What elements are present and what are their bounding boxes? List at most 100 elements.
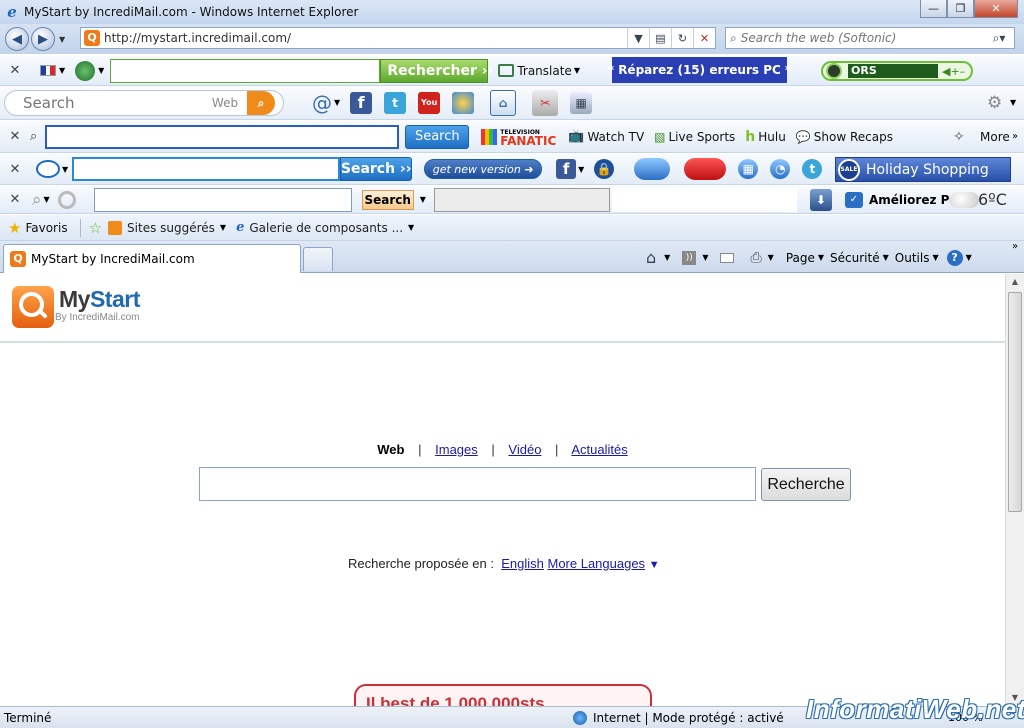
- weather-icon[interactable]: [452, 91, 475, 114]
- feeds-icon[interactable]: )): [682, 250, 697, 265]
- english-link[interactable]: English: [501, 556, 544, 571]
- tab-mystart[interactable]: Q MyStart by IncrediMail.com: [3, 244, 301, 273]
- scroll-up-arrow[interactable]: ▲: [1006, 274, 1024, 290]
- compatibility-view-icon[interactable]: ▤: [649, 28, 671, 48]
- tab-images[interactable]: Images: [435, 442, 478, 457]
- twitter-icon[interactable]: t: [802, 159, 823, 179]
- more-languages-link[interactable]: More Languages: [547, 556, 645, 571]
- web-search-box[interactable]: ⌕ ⌕▾: [725, 27, 1015, 49]
- close-button[interactable]: ✕: [974, 0, 1018, 18]
- radio-station[interactable]: ORS: [848, 64, 938, 78]
- watch-tv-link[interactable]: Watch TV: [587, 130, 644, 144]
- minimize-button[interactable]: —: [920, 0, 947, 18]
- get-new-version-button[interactable]: get new version ➜: [424, 159, 543, 179]
- tab-web[interactable]: Web: [377, 442, 404, 457]
- back-button[interactable]: ◀: [5, 27, 29, 51]
- mail-icon[interactable]: [720, 252, 735, 263]
- web-slice-gallery-button[interactable]: Galerie de composants ...: [249, 221, 403, 235]
- christmas-icon[interactable]: [684, 158, 727, 180]
- weather-cloud-icon[interactable]: [949, 191, 979, 208]
- help-icon[interactable]: ?: [946, 249, 963, 266]
- settings-gear-icon[interactable]: ⚙: [987, 93, 1002, 113]
- wrench-icon[interactable]: ✧: [953, 129, 965, 145]
- live-sports-link[interactable]: Live Sports: [669, 130, 736, 144]
- scope-dropdown[interactable]: Web: [203, 96, 247, 110]
- target-icon[interactable]: [57, 190, 76, 209]
- email-icon[interactable]: @: [312, 91, 332, 115]
- page-menu[interactable]: Page: [786, 251, 815, 265]
- french-flag-icon[interactable]: [40, 65, 56, 76]
- suggested-sites-button[interactable]: Sites suggérés: [127, 221, 215, 235]
- new-tab-button[interactable]: [303, 247, 333, 271]
- home-icon[interactable]: ⌂: [490, 89, 517, 116]
- toolbar2-search-box[interactable]: Web ⌕: [4, 89, 284, 116]
- add-favorite-icon[interactable]: ☆: [89, 219, 102, 237]
- home-icon[interactable]: ⌂: [646, 248, 656, 267]
- ameliorez-pc-link[interactable]: Améliorez PC: [869, 193, 958, 207]
- vertical-scrollbar[interactable]: ▲ ▼: [1005, 274, 1024, 706]
- close-toolbar-icon[interactable]: ✕: [8, 63, 22, 78]
- history-dropdown[interactable]: ▼: [59, 35, 65, 44]
- stop-icon[interactable]: ✕: [693, 28, 715, 48]
- url-dropdown[interactable]: ▼: [627, 28, 649, 48]
- toolbar2-search-input[interactable]: [23, 93, 203, 112]
- tv-search-input[interactable]: [45, 124, 400, 149]
- scroll-thumb[interactable]: [1008, 292, 1022, 512]
- volume-icon[interactable]: ◀+–: [942, 65, 965, 78]
- favorites-star-icon[interactable]: ★: [8, 219, 21, 237]
- maximize-button[interactable]: ❐: [947, 0, 974, 18]
- more-menu[interactable]: More: [980, 130, 1010, 144]
- web-search-input[interactable]: [740, 31, 984, 45]
- facebook-icon[interactable]: f: [556, 159, 577, 179]
- promo-box[interactable]: Il best de 1 000 000sts: [354, 684, 652, 706]
- shield-icon[interactable]: ⬇: [810, 188, 832, 211]
- radio-icon[interactable]: [826, 63, 842, 79]
- computer-check-icon[interactable]: ✓: [845, 191, 863, 208]
- temperature[interactable]: 6ºC: [978, 190, 1007, 209]
- toolbar5-search-button[interactable]: Search: [361, 189, 414, 210]
- recherche-button[interactable]: Recherche: [761, 468, 851, 501]
- tv-search-button[interactable]: Search: [405, 124, 470, 149]
- twitter-icon[interactable]: t: [384, 91, 407, 114]
- tab-video[interactable]: Vidéo: [508, 442, 541, 457]
- more-languages-arrow[interactable]: ▼: [649, 559, 660, 571]
- radio-icon[interactable]: ▦: [738, 159, 759, 179]
- translate-menu[interactable]: Translate: [517, 64, 572, 78]
- security-menu[interactable]: Sécurité: [830, 251, 880, 265]
- favorites-button[interactable]: Favoris: [25, 221, 67, 235]
- gift-icon[interactable]: [634, 158, 671, 180]
- close-toolbar-icon[interactable]: ✕: [8, 129, 22, 144]
- toolbar5-blank-field[interactable]: [611, 187, 797, 212]
- facebook-icon[interactable]: f: [350, 91, 373, 114]
- url-field[interactable]: Q http://mystart.incredimail.com/ ▼ ▤ ↻ …: [80, 27, 716, 49]
- radio-player[interactable]: ORS ◀+–: [821, 61, 973, 81]
- forward-button[interactable]: ▶: [31, 27, 55, 51]
- toolbar2-search-icon[interactable]: ⌕: [247, 90, 275, 115]
- toolbar4-search-button[interactable]: Search ››: [340, 157, 413, 181]
- calculator-icon[interactable]: ▦: [570, 91, 593, 114]
- print-icon[interactable]: ⎙: [750, 250, 761, 266]
- translate-input[interactable]: [110, 58, 381, 83]
- pacman-icon[interactable]: ◔: [770, 159, 791, 179]
- magnifier-icon[interactable]: ⌕: [32, 190, 42, 210]
- hulu-link[interactable]: Hulu: [758, 130, 786, 144]
- repair-pc-banner[interactable]: * Réparez (15) erreurs PC *: [608, 57, 791, 83]
- lock-icon[interactable]: 🔒: [594, 159, 615, 179]
- refresh-icon[interactable]: ↻: [671, 28, 693, 48]
- main-search-input[interactable]: [199, 467, 756, 501]
- tools-menu[interactable]: Outils: [895, 251, 930, 265]
- television-fanatic-logo[interactable]: TELEVISION FANATIC: [481, 128, 556, 147]
- security-zone[interactable]: Internet | Mode protégé : activé: [573, 710, 784, 725]
- mystart-logo[interactable]: MyStart By IncrediMail.com: [12, 286, 140, 328]
- rechercher-button[interactable]: Rechercher ››: [380, 58, 493, 83]
- tools-icon[interactable]: ✂: [532, 89, 559, 116]
- globe-icon[interactable]: [75, 60, 96, 81]
- toolbar5-field[interactable]: [433, 187, 610, 212]
- toolbar4-search-input[interactable]: [72, 157, 341, 181]
- youtube-icon[interactable]: You: [418, 91, 441, 114]
- tab-news[interactable]: Actualités: [571, 442, 627, 457]
- close-toolbar-icon[interactable]: ✕: [8, 192, 22, 207]
- toolbar5-search-input[interactable]: [93, 187, 352, 212]
- close-toolbar-icon[interactable]: ✕: [8, 162, 22, 177]
- url-text[interactable]: http://mystart.incredimail.com/: [104, 31, 627, 45]
